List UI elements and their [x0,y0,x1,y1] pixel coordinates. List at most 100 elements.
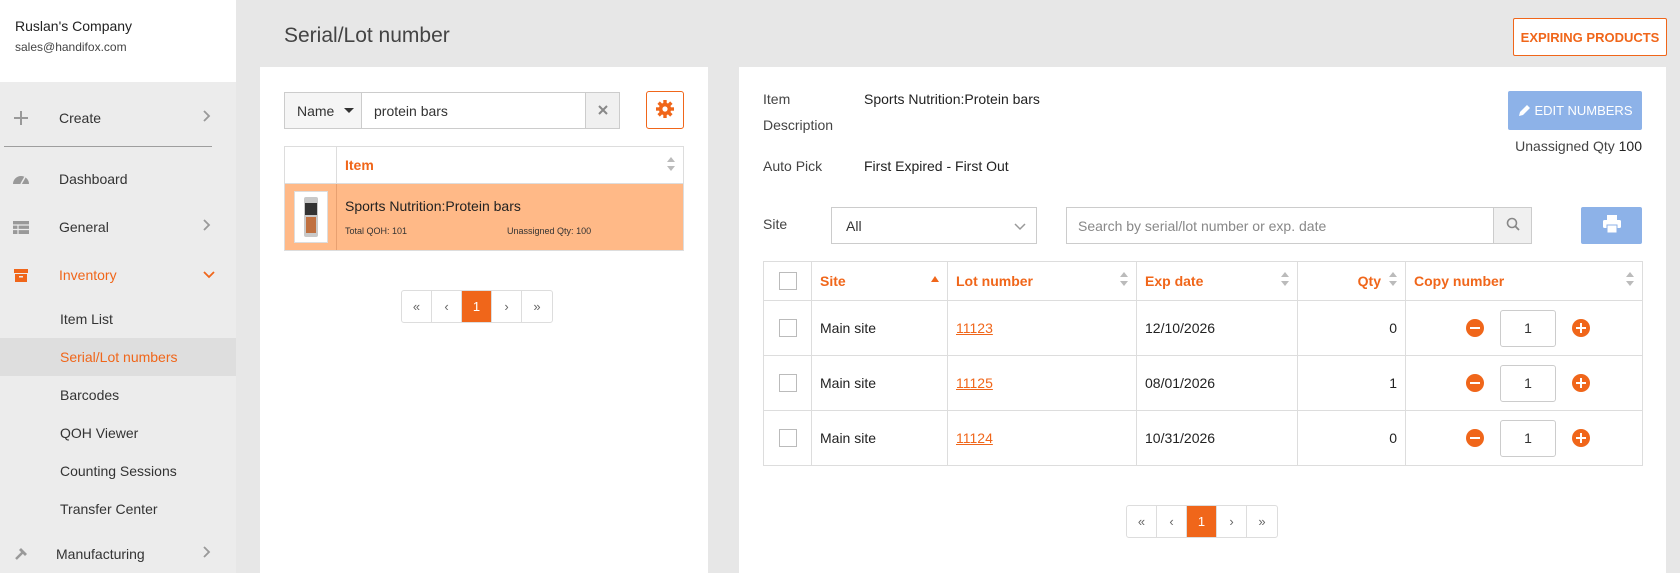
column-exp-date[interactable]: Exp date [1136,261,1298,301]
sidebar-item-label: Inventory [59,267,117,283]
copy-number-input[interactable] [1500,419,1556,457]
chevron-right-icon [203,109,211,127]
table-icon [12,218,30,236]
cell-qty: 0 [1297,300,1406,356]
plus-icon [1576,433,1586,443]
company-email: sales@handifox.com [15,40,127,54]
sidebar-item-dashboard[interactable]: Dashboard [0,159,236,199]
sidebar-item-serial-lot-numbers[interactable]: Serial/Lot numbers [0,338,236,376]
chevron-down-icon [203,266,215,284]
clear-search-button[interactable] [585,93,619,128]
print-button[interactable] [1581,207,1642,244]
site-label: Site [763,216,788,232]
page-current-button[interactable]: 1 [1187,506,1217,537]
cell-qty: 0 [1297,410,1406,466]
lot-pagination: « ‹ 1 › » [1126,505,1278,538]
page-first-button[interactable]: « [402,291,432,322]
search-type-label: Name [297,102,335,119]
table-row: Main site 11123 12/10/2026 0 [763,300,1643,356]
table-row: Main site 11125 08/01/2026 1 [763,355,1643,411]
sort-icon [1120,272,1128,286]
page-title: Serial/Lot number [284,24,450,47]
page-first-button[interactable]: « [1127,506,1157,537]
increment-copy-button[interactable] [1572,374,1590,392]
sidebar: Ruslan's Company sales@handifox.com Crea… [0,0,236,573]
serial-search-input[interactable] [1067,208,1493,243]
page-last-button[interactable]: » [1247,506,1277,537]
lot-number-link[interactable]: 11125 [956,375,993,391]
printer-icon [1602,215,1622,236]
increment-copy-button[interactable] [1572,319,1590,337]
row-checkbox[interactable] [778,429,797,447]
sidebar-item-counting-sessions[interactable]: Counting Sessions [0,452,236,490]
search-icon [1506,217,1520,234]
cell-site: Main site [811,300,948,356]
select-all-checkbox[interactable] [778,272,797,290]
sidebar-item-qoh-viewer[interactable]: QOH Viewer [0,414,236,452]
minus-icon [1470,437,1480,439]
lot-number-link[interactable]: 11124 [956,430,993,446]
lot-table: Site Lot number Exp date Qty Copy number [763,261,1643,466]
item-row-selected[interactable]: Sports Nutrition:Protein bars Total QOH:… [285,184,683,250]
description-label: Description [763,117,834,133]
page-current-button[interactable]: 1 [462,291,492,322]
lot-table-header: Site Lot number Exp date Qty Copy number [763,261,1643,301]
sidebar-item-general[interactable]: General [0,207,236,247]
row-checkbox[interactable] [778,319,797,337]
item-search-group: Name [284,92,620,129]
item-search-input[interactable] [362,93,585,128]
search-type-dropdown[interactable]: Name [285,93,362,128]
decrement-copy-button[interactable] [1466,429,1484,447]
sort-icon [1389,272,1397,286]
item-search-panel: Name protein bars Item Sports Nutrition:… [260,67,708,573]
edit-numbers-button[interactable]: EDIT NUMBERS [1508,91,1642,130]
decrement-copy-button[interactable] [1466,374,1484,392]
page-prev-button[interactable]: ‹ [1157,506,1187,537]
page-next-button[interactable]: › [1217,506,1247,537]
chevron-right-icon [203,218,211,236]
copy-number-input[interactable] [1500,364,1556,402]
sidebar-item-create[interactable]: Create [0,98,236,138]
expiring-products-button[interactable]: EXPIRING PRODUCTS [1513,18,1667,56]
hammer-icon [12,545,30,563]
chevron-right-icon [203,545,211,563]
sidebar-item-label: Create [59,110,102,126]
column-site[interactable]: Site [811,261,948,301]
autopick-value: First Expired - First Out [864,158,1009,174]
item-column-header[interactable]: Item [337,147,683,183]
cell-exp-date: 12/10/2026 [1136,300,1298,356]
serial-search-button[interactable] [1493,208,1531,243]
copy-number-input[interactable] [1500,309,1556,347]
item-name: Sports Nutrition:Protein bars [345,198,521,214]
cell-exp-date: 08/01/2026 [1136,355,1298,411]
chevron-down-icon [1014,218,1026,234]
unassigned-qty: Unassigned Qty: 100 [507,226,592,236]
product-thumbnail [293,191,328,243]
page-next-button[interactable]: › [492,291,522,322]
site-select-value: All [846,217,862,234]
minus-icon [1470,382,1480,384]
increment-copy-button[interactable] [1572,429,1590,447]
sidebar-item-barcodes[interactable]: Barcodes [0,376,236,414]
plus-icon [1576,323,1586,333]
sidebar-item-inventory[interactable]: Inventory [0,255,236,295]
column-copy-number[interactable]: Copy number [1405,261,1643,301]
page-prev-button[interactable]: ‹ [432,291,462,322]
site-select[interactable]: All [831,207,1037,244]
sidebar-item-manufacturing[interactable]: Manufacturing [0,534,236,573]
sidebar-item-label: Manufacturing [56,546,145,562]
settings-button[interactable] [646,91,684,129]
decrement-copy-button[interactable] [1466,319,1484,337]
pencil-icon [1518,104,1531,117]
sidebar-item-item-list[interactable]: Item List [0,300,236,338]
lot-number-link[interactable]: 11123 [956,320,993,336]
row-checkbox[interactable] [778,374,797,392]
close-icon [597,102,608,120]
total-qoh: Total QOH: 101 [345,226,408,236]
column-qty[interactable]: Qty [1297,261,1406,301]
archive-icon [12,266,30,284]
column-lot-number[interactable]: Lot number [947,261,1137,301]
sidebar-item-transfer-center[interactable]: Transfer Center [0,490,236,528]
page-last-button[interactable]: » [522,291,552,322]
sidebar-item-label: Dashboard [59,171,128,187]
